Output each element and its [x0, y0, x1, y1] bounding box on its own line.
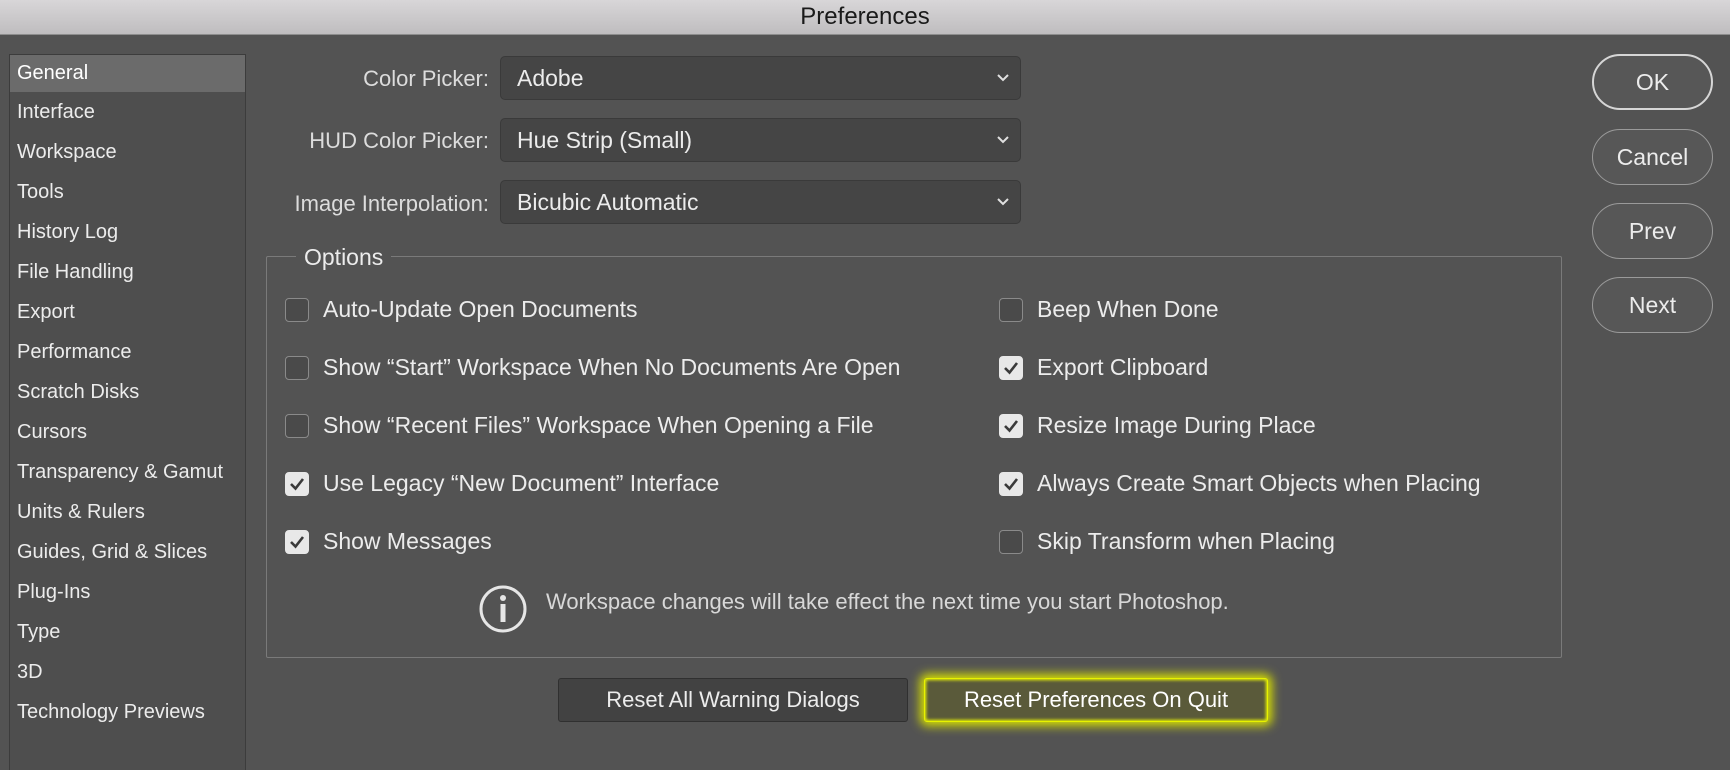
- hud-color-picker-label: HUD Color Picker:: [309, 128, 489, 153]
- sidebar-item-type[interactable]: Type: [10, 612, 245, 652]
- info-icon: [479, 585, 527, 633]
- next-button[interactable]: Next: [1592, 277, 1713, 333]
- option-resize-image-during-place[interactable]: Resize Image During Place: [999, 412, 1316, 439]
- chevron-down-icon: [997, 74, 1009, 82]
- options-group-title: Options: [296, 244, 392, 271]
- info-text: Workspace changes will take effect the n…: [546, 589, 1229, 614]
- color-picker-select[interactable]: Adobe: [500, 56, 1021, 100]
- sidebar-item-plug-ins[interactable]: Plug-Ins: [10, 572, 245, 612]
- color-picker-label: Color Picker:: [363, 66, 489, 91]
- hud-color-picker-select[interactable]: Hue Strip (Small): [500, 118, 1021, 162]
- checkbox[interactable]: [999, 529, 1023, 554]
- sidebar-item-performance[interactable]: Performance: [10, 332, 245, 372]
- cancel-button[interactable]: Cancel: [1592, 129, 1713, 185]
- color-picker-value: Adobe: [517, 64, 584, 91]
- prev-button[interactable]: Prev: [1592, 203, 1713, 259]
- option-label: Beep When Done: [1037, 296, 1219, 322]
- sidebar: General Interface Workspace Tools Histor…: [9, 54, 246, 770]
- image-interpolation-value: Bicubic Automatic: [517, 188, 699, 215]
- reset-preferences-on-quit-button[interactable]: Reset Preferences On Quit: [924, 678, 1268, 722]
- option-label: Always Create Smart Objects when Placing: [1037, 470, 1481, 496]
- option-always-create-smart-objects[interactable]: Always Create Smart Objects when Placing: [999, 470, 1481, 497]
- checkbox[interactable]: [999, 297, 1023, 322]
- option-show-recent-files-workspace[interactable]: Show “Recent Files” Workspace When Openi…: [285, 412, 874, 439]
- option-show-messages[interactable]: Show Messages: [285, 528, 492, 555]
- option-label: Skip Transform when Placing: [1037, 528, 1335, 554]
- sidebar-item-history-log[interactable]: History Log: [10, 212, 245, 252]
- sidebar-item-cursors[interactable]: Cursors: [10, 412, 245, 452]
- sidebar-item-3d[interactable]: 3D: [10, 652, 245, 692]
- sidebar-item-tools[interactable]: Tools: [10, 172, 245, 212]
- sidebar-item-units-rulers[interactable]: Units & Rulers: [10, 492, 245, 532]
- option-export-clipboard[interactable]: Export Clipboard: [999, 354, 1208, 381]
- chevron-down-icon: [997, 198, 1009, 206]
- checkmark-icon: [290, 535, 305, 548]
- checkmark-icon: [1004, 361, 1019, 374]
- preferences-window: Preferences General Interface Workspace …: [0, 0, 1730, 770]
- title-bar[interactable]: Preferences: [0, 0, 1730, 35]
- option-skip-transform-when-placing[interactable]: Skip Transform when Placing: [999, 528, 1335, 555]
- checkbox[interactable]: [999, 471, 1023, 496]
- sidebar-item-file-handling[interactable]: File Handling: [10, 252, 245, 292]
- option-label: Show “Recent Files” Workspace When Openi…: [323, 412, 874, 438]
- option-beep-when-done[interactable]: Beep When Done: [999, 296, 1219, 323]
- ok-button[interactable]: OK: [1592, 54, 1713, 110]
- image-interpolation-label: Image Interpolation:: [294, 191, 489, 216]
- sidebar-item-guides-grid-slices[interactable]: Guides, Grid & Slices: [10, 532, 245, 572]
- option-show-start-workspace[interactable]: Show “Start” Workspace When No Documents…: [285, 354, 900, 381]
- sidebar-item-interface[interactable]: Interface: [10, 92, 245, 132]
- option-auto-update-open-documents[interactable]: Auto-Update Open Documents: [285, 296, 638, 323]
- option-label: Resize Image During Place: [1037, 412, 1316, 438]
- checkbox[interactable]: [285, 529, 309, 554]
- chevron-down-icon: [997, 136, 1009, 144]
- sidebar-item-export[interactable]: Export: [10, 292, 245, 332]
- checkbox[interactable]: [285, 355, 309, 380]
- checkmark-icon: [1004, 419, 1019, 432]
- sidebar-item-transparency-gamut[interactable]: Transparency & Gamut: [10, 452, 245, 492]
- option-label: Use Legacy “New Document” Interface: [323, 470, 720, 496]
- reset-all-warning-dialogs-button[interactable]: Reset All Warning Dialogs: [558, 678, 908, 722]
- option-use-legacy-new-document[interactable]: Use Legacy “New Document” Interface: [285, 470, 719, 497]
- checkmark-icon: [1004, 477, 1019, 490]
- hud-color-picker-value: Hue Strip (Small): [517, 126, 693, 153]
- checkbox[interactable]: [285, 297, 309, 322]
- checkmark-icon: [290, 477, 305, 490]
- checkbox[interactable]: [285, 471, 309, 496]
- sidebar-item-scratch-disks[interactable]: Scratch Disks: [10, 372, 245, 412]
- option-label: Show “Start” Workspace When No Documents…: [323, 354, 901, 380]
- option-label: Auto-Update Open Documents: [323, 296, 638, 322]
- option-label: Show Messages: [323, 528, 492, 554]
- window-title: Preferences: [800, 3, 930, 30]
- sidebar-item-technology-previews[interactable]: Technology Previews: [10, 692, 245, 732]
- info-message: Workspace changes will take effect the n…: [478, 584, 1229, 634]
- checkbox[interactable]: [999, 355, 1023, 380]
- sidebar-item-general[interactable]: General: [10, 55, 245, 92]
- checkbox[interactable]: [285, 413, 309, 438]
- image-interpolation-select[interactable]: Bicubic Automatic: [500, 180, 1021, 224]
- sidebar-item-workspace[interactable]: Workspace: [10, 132, 245, 172]
- checkbox[interactable]: [999, 413, 1023, 438]
- option-label: Export Clipboard: [1037, 354, 1209, 380]
